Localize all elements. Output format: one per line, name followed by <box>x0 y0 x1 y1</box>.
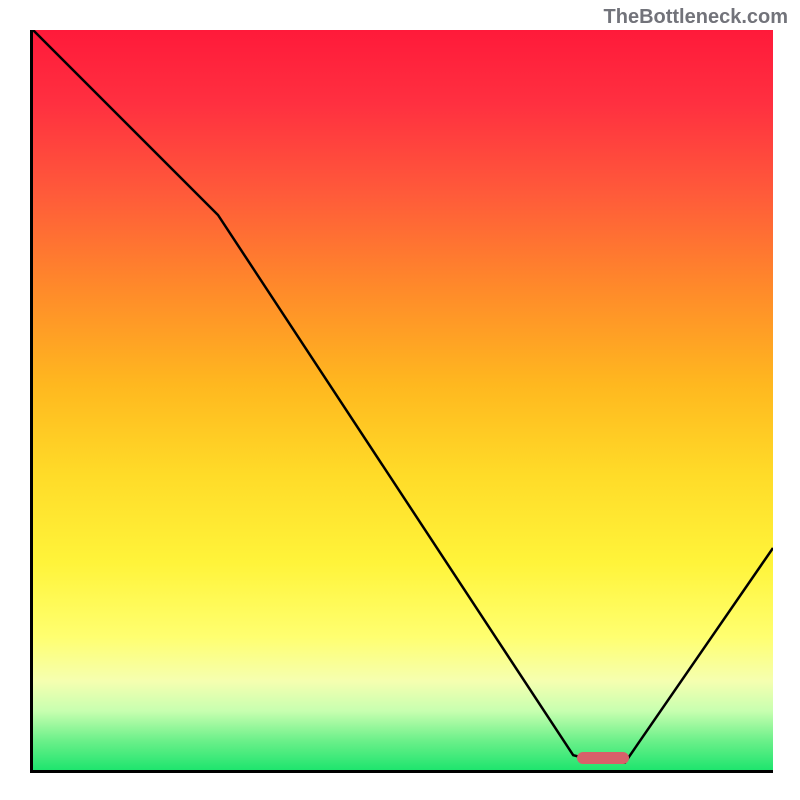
bottleneck-chart: TheBottleneck.com <box>0 0 800 800</box>
watermark-text: TheBottleneck.com <box>604 6 788 29</box>
optimal-marker <box>577 752 629 764</box>
plot-area <box>30 30 773 773</box>
curve-line <box>33 30 773 770</box>
